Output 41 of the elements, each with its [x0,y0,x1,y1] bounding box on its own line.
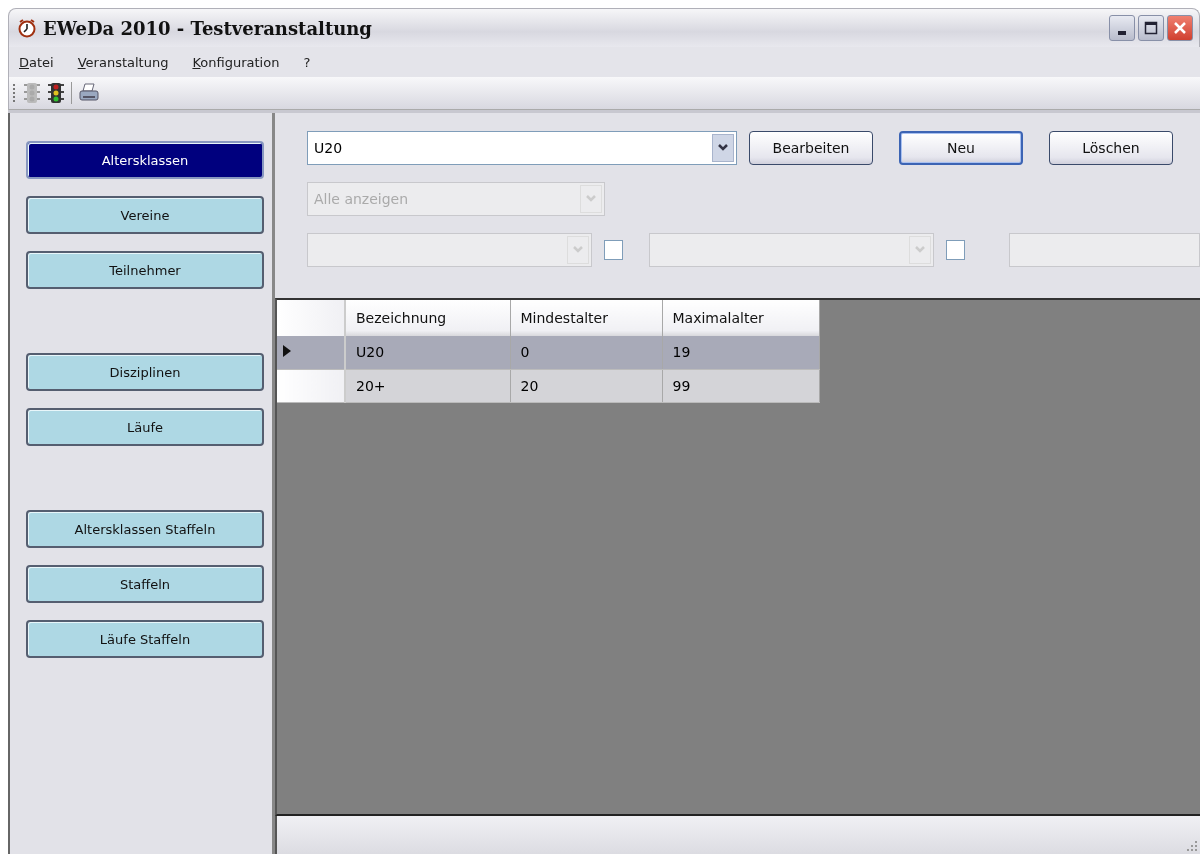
checkbox[interactable] [945,240,965,260]
resize-grip-icon[interactable] [1186,840,1198,852]
column-header[interactable]: Bezeichnung [345,300,510,336]
action-button[interactable]: Löschen [1049,131,1173,165]
nav-button[interactable]: Disziplinen [26,353,264,391]
menu-item[interactable]: Veranstaltung [77,54,169,70]
traffic-light-icon[interactable] [47,82,65,104]
column-header[interactable]: Mindestalter [510,300,662,336]
table-cell: U20 [345,336,510,369]
nav-button[interactable]: Läufe Staffeln [26,620,264,658]
close-icon [1173,21,1187,35]
row-header[interactable] [277,369,345,402]
nav-button[interactable]: Läufe [26,408,264,446]
table-cell: 20 [510,369,662,402]
dropdown-field[interactable]: U20 [307,131,737,165]
printer-icon[interactable] [78,83,100,103]
maximize-button[interactable] [1138,15,1164,41]
nav-button[interactable]: Altersklassen Staffeln [26,510,264,548]
table-cell: 0 [510,336,662,369]
menu-item[interactable]: Konfiguration [192,54,280,70]
column-header[interactable]: Maximalalter [662,300,819,336]
nav-button[interactable]: Vereine [26,196,264,234]
minimize-button[interactable] [1109,15,1135,41]
action-button[interactable]: Neu [899,131,1023,165]
menu-item[interactable]: Datei [19,54,54,70]
row-header[interactable] [277,336,345,369]
table-cell: 99 [662,369,819,402]
minimize-icon [1118,31,1126,35]
menu-item[interactable]: ? [303,54,335,70]
checkbox[interactable] [603,240,623,260]
nav-button[interactable]: Staffeln [26,565,264,603]
table-cell: 19 [662,336,819,369]
stopwatch-icon [17,18,37,38]
nav-button[interactable]: Altersklassen [26,141,264,179]
maximize-icon [1144,21,1158,35]
window-title: EWeDa 2010 - Testveranstaltung [43,17,373,39]
current-row-icon [283,345,291,358]
table-cell: 20+ [345,369,510,402]
nav-button[interactable]: Teilnehmer [26,251,264,289]
action-button[interactable]: Bearbeiten [749,131,873,165]
close-button[interactable] [1167,15,1193,41]
